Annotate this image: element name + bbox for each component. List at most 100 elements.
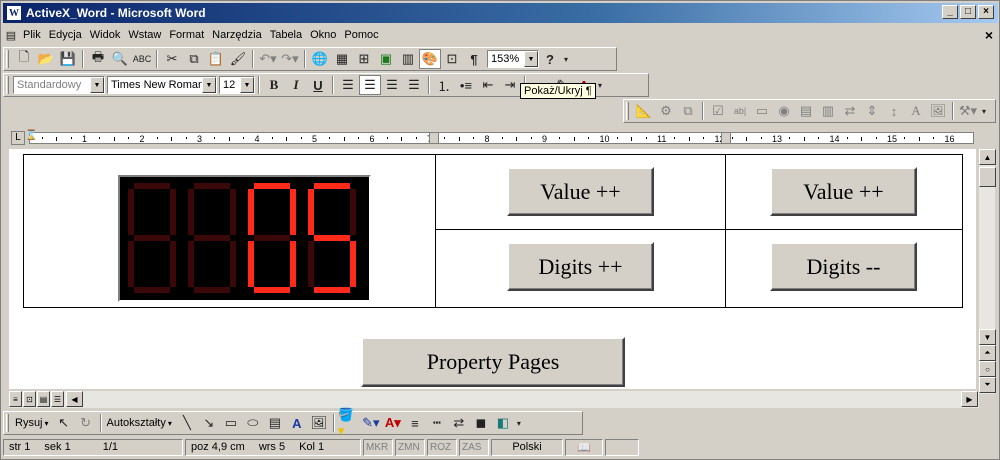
toolbar-options-icon-4[interactable]: ▾: [514, 413, 524, 433]
clipart-icon[interactable]: 🖼: [308, 413, 330, 433]
open-folder-icon[interactable]: 📂: [35, 49, 57, 69]
align-center-icon[interactable]: ☰: [359, 75, 381, 95]
digits-increment-button[interactable]: Digits ++: [507, 242, 654, 291]
fill-color-icon[interactable]: 🪣▾: [338, 407, 360, 438]
font-color-draw-icon[interactable]: A▾: [382, 413, 404, 433]
maximize-button[interactable]: □: [960, 5, 976, 19]
menu-wstaw[interactable]: Wstaw: [124, 29, 165, 41]
chevron-down-icon[interactable]: ▾: [45, 419, 49, 428]
more-controls-icon[interactable]: ⚒▾: [957, 101, 979, 121]
tables-borders-icon[interactable]: ▦: [331, 49, 353, 69]
line-color-icon[interactable]: ✎▾: [360, 413, 382, 433]
textbox-draw-icon[interactable]: ▤: [264, 413, 286, 433]
listbox-icon[interactable]: ▤: [795, 101, 817, 121]
checkbox-icon[interactable]: ☑: [707, 101, 729, 121]
hyperlink-icon[interactable]: 🌐: [309, 49, 331, 69]
status-mkr[interactable]: MKR: [363, 438, 393, 456]
status-language[interactable]: Polski: [491, 438, 563, 456]
columns-icon[interactable]: ▥: [397, 49, 419, 69]
web-view-icon[interactable]: ⊡: [23, 391, 36, 407]
menu-format[interactable]: Format: [165, 29, 208, 41]
draw-menu[interactable]: Rysuj: [13, 417, 45, 429]
vertical-scrollbar[interactable]: ▲ ▼ ⏶ ○ ⏷: [978, 149, 996, 394]
minimize-button[interactable]: _: [942, 5, 958, 19]
font-size-select[interactable]: 12 ▼: [219, 76, 255, 94]
status-roz[interactable]: ROZ: [427, 438, 457, 456]
oval-icon[interactable]: ⬭: [242, 413, 264, 433]
scroll-right-icon[interactable]: ▶: [961, 391, 978, 407]
properties-icon[interactable]: ⚙: [655, 101, 677, 121]
tab-selector-icon[interactable]: L: [11, 131, 25, 145]
toggle-icon[interactable]: ⇄: [839, 101, 861, 121]
scroll-left-icon[interactable]: ◀: [66, 391, 83, 407]
dash-style-icon[interactable]: ┅: [426, 413, 448, 433]
menu-edycja[interactable]: Edycja: [45, 29, 86, 41]
digits-decrement-button[interactable]: Digits --: [770, 242, 917, 291]
format-painter-icon[interactable]: 🖌: [227, 49, 249, 69]
toolbar-options-icon[interactable]: ▾: [561, 49, 571, 69]
label-icon[interactable]: A: [905, 101, 927, 121]
increase-indent-icon[interactable]: ⇥: [499, 75, 521, 95]
scroll-down-icon[interactable]: ▼: [979, 329, 996, 345]
numbering-icon[interactable]: ⒈: [433, 75, 455, 95]
column-marker-2[interactable]: [721, 132, 731, 144]
toolbar-options-icon-3[interactable]: ▾: [979, 101, 989, 121]
menu-narzedzia[interactable]: Narzędzia: [208, 29, 266, 41]
value-increment-button[interactable]: Value ++: [507, 167, 654, 216]
horizontal-scrollbar[interactable]: ≡ ⊡ ▤ ☰ ◀ ▶: [9, 391, 979, 408]
drawing-icon[interactable]: 🎨: [419, 49, 441, 69]
underline-icon[interactable]: U: [307, 75, 329, 95]
textbox-icon[interactable]: ab|: [729, 101, 751, 121]
arrow-style-icon[interactable]: ⇄: [448, 413, 470, 433]
new-document-icon[interactable]: 🗋: [13, 49, 35, 69]
font-select[interactable]: Times New Roman ▼: [107, 76, 217, 94]
italic-icon[interactable]: I: [285, 75, 307, 95]
menu-widok[interactable]: Widok: [86, 29, 125, 41]
insert-excel-icon[interactable]: ▣: [375, 49, 397, 69]
align-right-icon[interactable]: ☰: [381, 75, 403, 95]
select-objects-icon[interactable]: ↖: [53, 413, 75, 433]
cut-icon[interactable]: ✂: [161, 49, 183, 69]
paste-icon[interactable]: 📋: [205, 49, 227, 69]
document-close-icon[interactable]: ×: [985, 27, 993, 43]
print-icon[interactable]: 🖶: [87, 49, 109, 69]
bold-icon[interactable]: B: [263, 75, 285, 95]
bullets-icon[interactable]: •≡: [455, 75, 477, 95]
autoshapes-menu[interactable]: Autokształty: [105, 417, 168, 429]
show-hide-icon[interactable]: ¶: [463, 49, 485, 69]
horizontal-ruler[interactable]: L 12345678910111213141516 ⌛: [9, 130, 993, 146]
indent-marker-icon[interactable]: ⌛: [25, 130, 37, 146]
menu-tabela[interactable]: Tabela: [266, 29, 306, 41]
previous-page-icon[interactable]: ⏶: [979, 345, 996, 361]
normal-view-icon[interactable]: ≡: [9, 391, 22, 407]
chevron-down-icon-2[interactable]: ▾: [168, 419, 172, 428]
menu-okno[interactable]: Okno: [306, 29, 340, 41]
print-view-icon[interactable]: ▤: [37, 391, 50, 407]
image-icon[interactable]: 🖼: [927, 101, 949, 121]
justify-icon[interactable]: ☰: [403, 75, 425, 95]
redo-icon[interactable]: ↷▾: [279, 49, 301, 69]
3d-icon[interactable]: ◧: [492, 413, 514, 433]
style-select[interactable]: Standardowy ▼: [13, 76, 105, 94]
design-mode-icon[interactable]: 📐: [633, 101, 655, 121]
status-zas[interactable]: ZAS: [459, 438, 489, 456]
view-code-icon[interactable]: ⧉: [677, 101, 699, 121]
zoom-select[interactable]: 153% ▼: [487, 50, 539, 68]
outline-view-icon[interactable]: ☰: [51, 391, 64, 407]
scroll-thumb[interactable]: [979, 167, 996, 187]
spin-icon[interactable]: ⇕: [861, 101, 883, 121]
scroll-up-icon[interactable]: ▲: [979, 149, 996, 165]
shadow-icon[interactable]: ◼: [470, 413, 492, 433]
option-button-icon[interactable]: ◉: [773, 101, 795, 121]
close-button[interactable]: ×: [978, 5, 994, 19]
print-preview-icon[interactable]: 🔍: [109, 49, 131, 69]
document-area[interactable]: Value ++ Value ++ Digits ++ Digits -- Pr…: [9, 149, 976, 389]
help-icon[interactable]: ?: [539, 49, 561, 69]
toolbar-options-icon-2[interactable]: ▾: [595, 75, 605, 95]
scrollbar-icon[interactable]: ↕: [883, 101, 905, 121]
document-icon[interactable]: ▤: [3, 25, 19, 45]
rectangle-icon[interactable]: ▭: [220, 413, 242, 433]
undo-icon[interactable]: ↶▾: [257, 49, 279, 69]
spelling-status-icon[interactable]: 📖: [565, 438, 603, 456]
browse-object-icon[interactable]: ○: [979, 361, 996, 377]
